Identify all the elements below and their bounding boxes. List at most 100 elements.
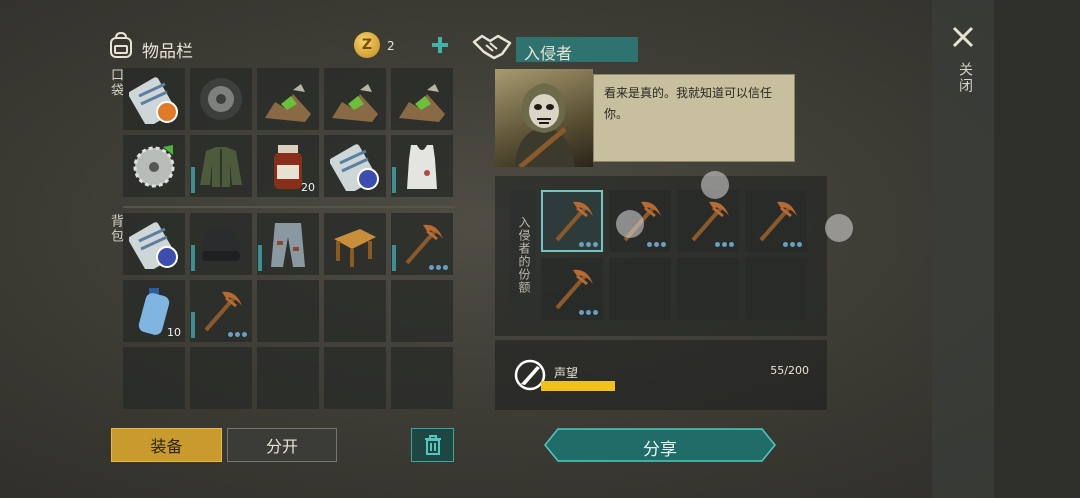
item-slot[interactable] <box>123 68 185 130</box>
trash-icon <box>424 435 441 455</box>
coin-icon: Z <box>354 32 380 58</box>
item-slot[interactable] <box>541 190 603 252</box>
close-icon <box>952 26 974 48</box>
quality-dots <box>429 265 448 270</box>
item-slot[interactable] <box>257 213 319 275</box>
trader-portrait <box>495 69 593 167</box>
trade-header: 入侵者 <box>472 32 642 64</box>
invader-portrait-icon <box>515 83 575 167</box>
durability-bar <box>191 245 195 271</box>
quality-dots <box>228 332 247 337</box>
empty-slot[interactable] <box>257 280 319 342</box>
durability-bar <box>191 167 195 193</box>
item-slot[interactable] <box>324 68 386 130</box>
quality-dots <box>783 242 802 247</box>
pickaxe-icon <box>691 201 729 242</box>
equip-button-label: 装备 <box>150 437 183 456</box>
ore-pile-icon <box>332 84 378 122</box>
close-label: 关闭 <box>957 62 973 94</box>
empty-slot[interactable] <box>324 347 386 409</box>
pants-icon <box>271 223 305 267</box>
plus-icon <box>432 37 448 53</box>
item-slot[interactable] <box>324 135 386 197</box>
empty-slot[interactable] <box>190 347 252 409</box>
backpack-icon <box>110 31 132 58</box>
item-slot[interactable] <box>257 68 319 130</box>
reputation-value: 55/200 <box>770 364 809 377</box>
pickaxe-icon <box>405 224 443 265</box>
touch-indicator <box>701 171 729 199</box>
item-quantity: 10 <box>167 326 181 339</box>
equip-button[interactable]: 装备 <box>111 428 222 462</box>
item-slot[interactable] <box>324 213 386 275</box>
ore-pile-icon <box>265 84 311 122</box>
reputation-panel: 声望 55/200 <box>495 340 827 410</box>
item-slot[interactable] <box>123 135 185 197</box>
durability-bar <box>392 167 396 193</box>
reputation-label: 声望 <box>554 366 579 380</box>
split-button[interactable]: 分开 <box>227 428 337 462</box>
item-slot[interactable] <box>123 213 185 275</box>
item-slot[interactable] <box>190 135 252 197</box>
share-panel-label: 入侵者的份额 <box>517 216 531 294</box>
workbench-icon <box>334 229 376 267</box>
item-slot[interactable] <box>541 258 603 320</box>
empty-slot[interactable] <box>391 347 453 409</box>
durability-bar <box>258 245 262 271</box>
empty-slot[interactable] <box>745 258 807 320</box>
durability-bar <box>392 245 396 271</box>
item-slot[interactable] <box>391 68 453 130</box>
empty-slot[interactable] <box>391 280 453 342</box>
right-edge <box>994 0 1080 498</box>
jacket-icon <box>200 147 242 187</box>
tank-top-icon <box>407 145 437 189</box>
beanie-icon <box>202 227 240 261</box>
inventory-header: 物品栏 Z 2 <box>106 30 454 64</box>
pickaxe-icon <box>555 269 593 310</box>
pickaxe-icon <box>555 201 593 242</box>
quality-dots <box>579 310 598 315</box>
item-slot[interactable] <box>190 280 252 342</box>
dialog-text: 看来是真的。我就知道可以信任你。 <box>604 86 773 121</box>
trader-name: 入侵者 <box>524 44 573 63</box>
durability-bar <box>191 312 195 338</box>
dialog-box: 看来是真的。我就知道可以信任你。 <box>593 74 795 162</box>
empty-slot[interactable] <box>123 347 185 409</box>
item-slot[interactable]: 20 <box>257 135 319 197</box>
quality-dots <box>579 242 598 247</box>
close-button[interactable]: 关闭 <box>946 20 980 100</box>
empty-slot[interactable] <box>324 280 386 342</box>
reputation-bar-fill <box>541 381 615 391</box>
item-slot[interactable] <box>391 213 453 275</box>
map-scroll-icon <box>330 144 379 191</box>
pickaxe-icon <box>759 201 797 242</box>
item-slot[interactable]: 10 <box>123 280 185 342</box>
item-slot[interactable] <box>190 213 252 275</box>
saw-blade-icon <box>133 145 175 188</box>
item-quantity: 20 <box>301 181 315 194</box>
item-slot[interactable] <box>391 135 453 197</box>
reputation-bar-track <box>541 381 809 391</box>
empty-slot[interactable] <box>257 347 319 409</box>
add-currency-button[interactable] <box>426 30 454 60</box>
split-button-label: 分开 <box>265 437 298 456</box>
empty-slot[interactable] <box>609 258 671 320</box>
ore-pile-icon <box>399 84 445 122</box>
share-button-label: 分享 <box>643 440 677 460</box>
touch-indicator <box>616 210 644 238</box>
trash-button[interactable] <box>411 428 454 462</box>
share-button[interactable]: 分享 <box>544 428 776 462</box>
touch-indicator <box>825 214 853 242</box>
quality-dots <box>715 242 734 247</box>
inventory-title: 物品栏 <box>142 42 193 62</box>
item-slot[interactable] <box>745 190 807 252</box>
map-scroll-icon <box>129 77 178 124</box>
item-slot[interactable] <box>677 190 739 252</box>
empty-slot[interactable] <box>677 258 739 320</box>
map-scroll-icon <box>129 222 178 269</box>
currency-amount: 2 <box>387 39 395 53</box>
item-slot[interactable] <box>190 68 252 130</box>
pocket-divider <box>123 206 455 208</box>
handshake-icon <box>472 34 512 60</box>
tire-icon <box>200 78 242 120</box>
